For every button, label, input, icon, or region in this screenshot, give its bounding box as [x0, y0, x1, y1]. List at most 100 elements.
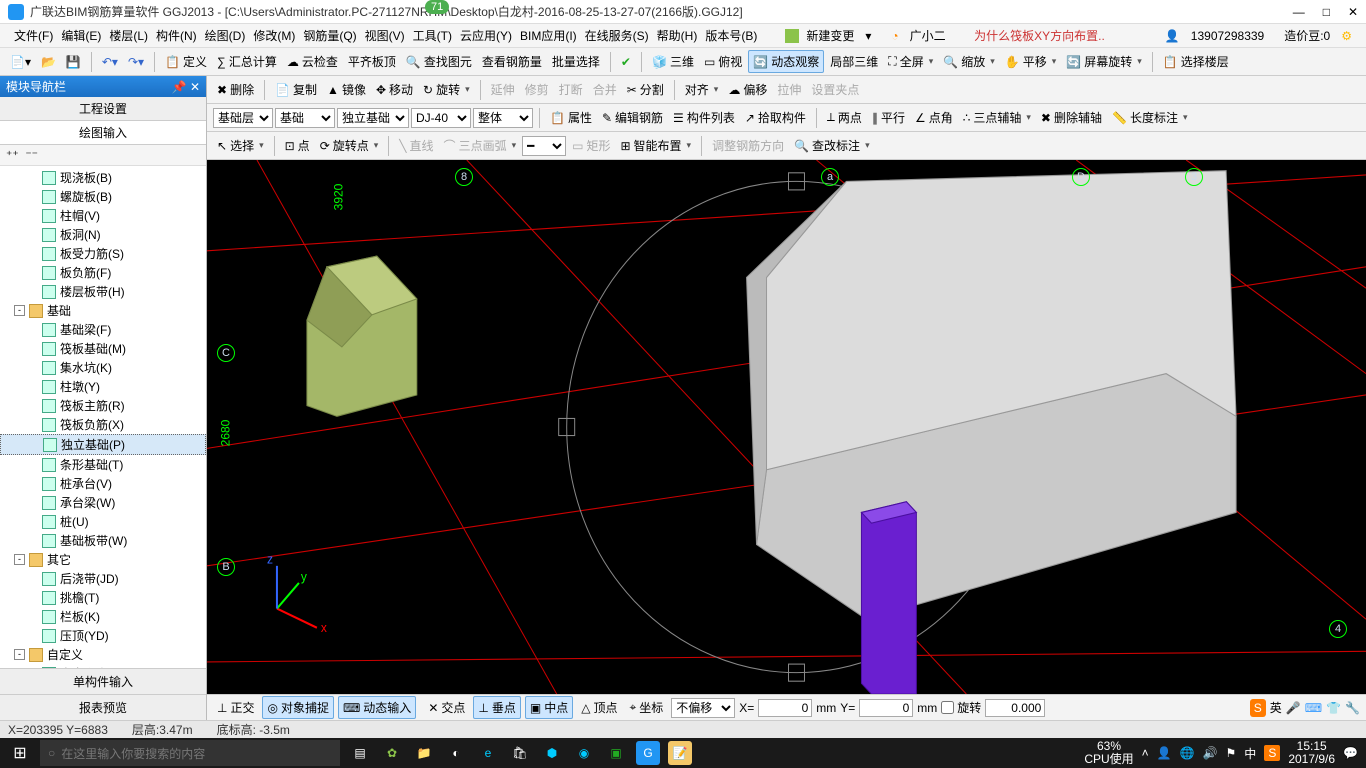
- x-input[interactable]: [758, 699, 812, 717]
- app-icon-2[interactable]: ⬢: [540, 741, 564, 765]
- pin-icon[interactable]: 📌: [172, 80, 187, 94]
- start-button[interactable]: ⊞: [0, 743, 40, 763]
- ggj-app-icon[interactable]: G: [636, 741, 660, 765]
- mirror-button[interactable]: ▲ 镜像: [323, 79, 370, 100]
- tree-item[interactable]: 板受力筋(S): [0, 244, 206, 263]
- dyninput-toggle[interactable]: ⌨ 动态输入: [338, 696, 416, 719]
- hint-text[interactable]: 为什么筏板XY方向布置..: [970, 25, 1109, 46]
- menu-楼层(L)[interactable]: 楼层(L): [105, 27, 152, 45]
- tray-volume-icon[interactable]: 🔊: [1203, 746, 1218, 760]
- tree-item[interactable]: 筏板负筋(X): [0, 415, 206, 434]
- tray-network-icon[interactable]: 🌐: [1180, 746, 1195, 760]
- single-component-input[interactable]: 单构件输入: [0, 668, 206, 694]
- delete-button[interactable]: ✖ 删除: [213, 79, 258, 100]
- attr-button[interactable]: 📋 属性: [546, 107, 596, 128]
- report-preview[interactable]: 报表预览: [0, 694, 206, 720]
- minimize-button[interactable]: —: [1293, 5, 1305, 19]
- menu-在线服务(S)[interactable]: 在线服务(S): [581, 27, 653, 45]
- level-select[interactable]: 基础层: [213, 108, 273, 128]
- save-icon[interactable]: 💾: [62, 53, 85, 71]
- arc3-button[interactable]: ⌒ 三点画弧: [440, 135, 521, 156]
- tree-item[interactable]: 螺旋板(B): [0, 187, 206, 206]
- menu-文件(F)[interactable]: 文件(F): [10, 27, 57, 45]
- user-account[interactable]: ◔广小二: [883, 23, 953, 48]
- tree-item[interactable]: 筏板基础(M): [0, 339, 206, 358]
- tree-item[interactable]: 基础梁(F): [0, 320, 206, 339]
- tray-flag-icon[interactable]: ⚑: [1226, 746, 1237, 760]
- tree-item[interactable]: 筏板主筋(R): [0, 396, 206, 415]
- adjdir-button[interactable]: 调整钢筋方向: [708, 135, 788, 156]
- expand-icon[interactable]: ⁺⁺: [6, 148, 19, 162]
- select-button[interactable]: ↖ 选择: [213, 135, 268, 156]
- tree-item[interactable]: 承台梁(W): [0, 493, 206, 512]
- sogou-ime-icon[interactable]: S: [1250, 699, 1266, 717]
- ime-tool-icon[interactable]: 🎤: [1286, 701, 1301, 715]
- approve-icon[interactable]: ✔: [617, 53, 635, 71]
- trim-button[interactable]: 修剪: [521, 79, 553, 100]
- rotpt-button[interactable]: ⟳ 旋转点: [316, 135, 383, 156]
- phone-label[interactable]: 👤13907298339: [1157, 25, 1272, 47]
- rect-button[interactable]: ▭ 矩形: [568, 135, 614, 156]
- tpt-toggle[interactable]: △ 顶点: [577, 697, 621, 718]
- stretch-button[interactable]: 拉伸: [773, 79, 805, 100]
- close-panel-icon[interactable]: ✕: [190, 80, 200, 94]
- xpt-toggle[interactable]: ✕ 交点: [424, 697, 469, 718]
- pan-button[interactable]: ✋ 平移: [1001, 51, 1061, 72]
- linestyle-select[interactable]: ━: [522, 136, 566, 156]
- menu-云应用(Y)[interactable]: 云应用(Y): [456, 27, 516, 45]
- fullscreen-button[interactable]: ⛶ 全屏: [884, 51, 937, 72]
- rotate-check[interactable]: 旋转: [941, 699, 981, 716]
- rotate-button[interactable]: ↻ 旋转: [419, 79, 474, 100]
- ime-skin-icon[interactable]: 👕: [1326, 701, 1341, 715]
- app-icon-4[interactable]: ▣: [604, 741, 628, 765]
- menu-工具(T)[interactable]: 工具(T): [409, 27, 456, 45]
- copy-button[interactable]: 📄 复制: [271, 79, 321, 100]
- taskbar-search[interactable]: ○ 在这里输入你要搜索的内容: [40, 740, 340, 766]
- merge-button[interactable]: 合并: [589, 79, 621, 100]
- collapse-icon[interactable]: ⁻⁻: [25, 148, 38, 162]
- tray-ime[interactable]: 中: [1244, 745, 1256, 762]
- flattop-button[interactable]: 平齐板顶: [344, 51, 400, 72]
- tree-item[interactable]: 压顶(YD): [0, 626, 206, 645]
- offset-select[interactable]: 不偏移: [671, 698, 735, 718]
- viewann-button[interactable]: 🔍 查改标注: [790, 135, 874, 156]
- menu-钢筋量(Q)[interactable]: 钢筋量(Q): [299, 27, 360, 45]
- ime-lang[interactable]: 英: [1270, 699, 1282, 716]
- comp-select[interactable]: 基础: [275, 108, 335, 128]
- smart-button[interactable]: ⊞ 智能布置: [616, 135, 695, 156]
- component-tree[interactable]: 现浇板(B)螺旋板(B)柱帽(V)板洞(N)板受力筋(S)板负筋(F)楼层板带(…: [0, 166, 206, 668]
- twopt-button[interactable]: ⟂ 两点: [823, 107, 866, 128]
- code-select[interactable]: DJ-40: [411, 108, 471, 128]
- sumcalc-button[interactable]: ∑ 汇总计算: [213, 51, 281, 72]
- ime-keyboard-icon[interactable]: ⌨: [1305, 701, 1322, 715]
- whole-select[interactable]: 整体: [473, 108, 533, 128]
- topview-button[interactable]: ▭ 俯视: [700, 51, 746, 72]
- folder-icon[interactable]: 📁: [412, 741, 436, 765]
- complist-button[interactable]: ☰ 构件列表: [669, 107, 739, 128]
- dynview-button[interactable]: 🔄 动态观察: [748, 50, 824, 73]
- 3d-viewport[interactable]: x y z 8aD3CB4 39202680: [207, 160, 1366, 694]
- tray-people-icon[interactable]: 👤: [1157, 746, 1172, 760]
- close-button[interactable]: ✕: [1348, 5, 1358, 19]
- rotate-input[interactable]: [985, 699, 1045, 717]
- menu-BIM应用(I)[interactable]: BIM应用(I): [516, 27, 581, 45]
- price-label[interactable]: 造价豆:0 ⚙: [1276, 23, 1360, 48]
- store-icon[interactable]: 🛍: [508, 741, 532, 765]
- cloudcheck-button[interactable]: ☁ 云检查: [283, 51, 342, 72]
- menu-构件(N)[interactable]: 构件(N): [152, 27, 201, 45]
- 3d-button[interactable]: 🧊 三维: [648, 51, 698, 72]
- chrome-icon[interactable]: ◐: [444, 741, 468, 765]
- screenrotate-button[interactable]: 🔄 屏幕旋转: [1062, 51, 1146, 72]
- tree-item[interactable]: 基础板带(W): [0, 531, 206, 550]
- setgrip-button[interactable]: 设置夹点: [807, 79, 863, 100]
- menu-视图(V)[interactable]: 视图(V): [361, 27, 409, 45]
- tab-project-settings[interactable]: 工程设置: [0, 97, 206, 121]
- subcomp-select[interactable]: 独立基础: [337, 108, 409, 128]
- tree-item[interactable]: 桩承台(V): [0, 474, 206, 493]
- new-change-button[interactable]: 新建变更▾: [781, 23, 879, 48]
- app-icon-3[interactable]: ◉: [572, 741, 596, 765]
- dim-button[interactable]: 📏 长度标注: [1108, 107, 1192, 128]
- delaxis-button[interactable]: ✖ 删除辅轴: [1037, 107, 1106, 128]
- tree-item[interactable]: -其它: [0, 550, 206, 569]
- align-button[interactable]: 对齐: [681, 79, 723, 100]
